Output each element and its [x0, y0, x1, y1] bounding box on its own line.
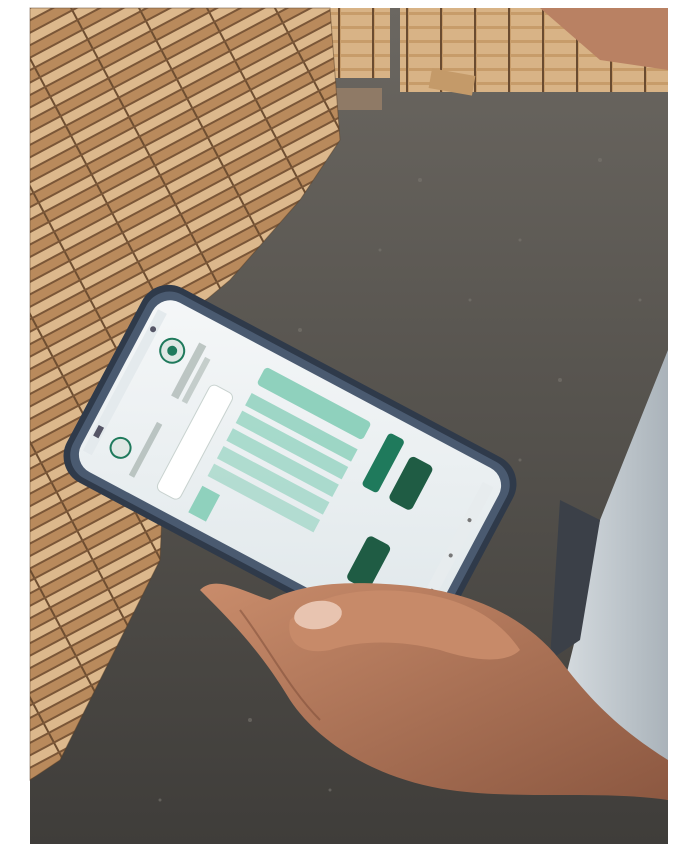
photo: [0, 0, 693, 849]
scene-svg: [29, 7, 668, 844]
lumber-stack-back-2: [330, 8, 390, 78]
